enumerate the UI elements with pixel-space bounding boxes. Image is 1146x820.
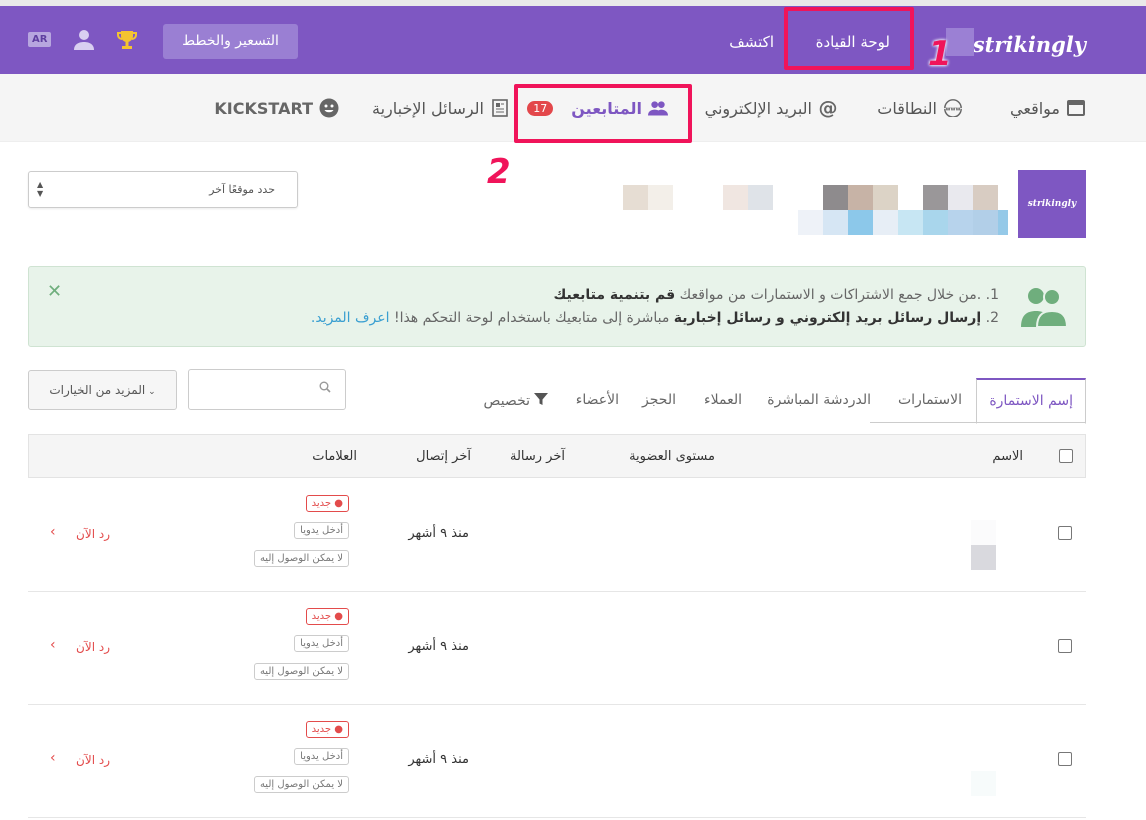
at-icon: @ <box>818 97 838 119</box>
alert-line-1-bold: قم بتنمية متابعيك <box>553 287 676 303</box>
subnav-email[interactable]: @ البريد الإلكتروني <box>704 97 838 119</box>
subnav-my-sites[interactable]: مواقعي <box>1010 98 1086 118</box>
table-row[interactable]: منذ ٩ أشهر ● جديد أدخل يدويا لا يمكن الو… <box>28 479 1086 592</box>
subnav-label: البريد الإلكتروني <box>704 98 812 118</box>
top-navbar: strikingly لوحة القيادة اكتشف التسعير وا… <box>0 0 1146 82</box>
tab-customize-label: تخصيص <box>483 393 530 409</box>
tag-new-label: جديد <box>311 611 332 622</box>
filter-icon <box>534 392 548 410</box>
tag-unreachable[interactable]: لا يمكن الوصول إليه <box>253 776 349 793</box>
alert-line-1-number: 1. <box>985 287 999 303</box>
subnav-label: مواقعي <box>1010 98 1060 118</box>
user-icon[interactable] <box>72 28 96 52</box>
alert-line-2: 2. إرسال رسائل بريد إلكتروني و رسائل إخب… <box>311 310 999 326</box>
row-checkbox[interactable] <box>1058 752 1072 766</box>
select-all-checkbox[interactable] <box>1059 449 1073 463</box>
select-arrows-icon: ▲ ▼ <box>37 180 44 198</box>
header-tags: العلامات <box>312 449 357 464</box>
reply-now-link[interactable]: رد الآن <box>76 640 110 654</box>
avatar <box>971 545 996 570</box>
reply-now-link[interactable]: رد الآن <box>76 753 110 767</box>
tabs-divider <box>870 422 1086 423</box>
last-contact: منذ ٩ أشهر <box>408 752 469 767</box>
tag-unreachable[interactable]: لا يمكن الوصول إليه <box>253 663 349 680</box>
tag-unreachable[interactable]: لا يمكن الوصول إليه <box>253 550 349 567</box>
site-selector[interactable]: ▲ ▼ حدد موقعًا آخر <box>28 171 298 208</box>
chevron-left-icon[interactable]: ‹ <box>50 637 56 653</box>
learn-more-link[interactable]: اعرف المزيد. <box>311 310 390 326</box>
tab-customers[interactable]: العملاء <box>704 392 742 408</box>
row-checkbox[interactable] <box>1058 639 1072 653</box>
chevron-left-icon[interactable]: ‹ <box>50 524 56 540</box>
last-contact: منذ ٩ أشهر <box>408 639 469 654</box>
chevron-left-icon[interactable]: ‹ <box>50 750 56 766</box>
header-last-message[interactable]: آخر رسالة <box>510 449 565 464</box>
window-icon <box>1066 98 1086 118</box>
tag-new-label: جديد <box>311 724 332 735</box>
subnav-kickstart[interactable]: KICKSTART <box>214 98 339 118</box>
smiley-icon <box>319 98 339 118</box>
reply-now-link[interactable]: رد الآن <box>76 527 110 541</box>
tab-customize[interactable]: تخصيص <box>484 392 548 410</box>
site-thumbnail[interactable]: strikingly <box>1018 170 1086 238</box>
annotation-number-1: 1 <box>928 34 952 74</box>
tab-members[interactable]: الأعضاء <box>576 392 619 408</box>
alert-line-1: 1. .من خلال جمع الاشتراكات و الاستمارات … <box>553 287 999 303</box>
tab-forms[interactable]: الاستمارات <box>898 392 962 408</box>
subnav-newsletters[interactable]: الرسائل الإخبارية <box>372 98 510 118</box>
pricing-button[interactable]: التسعير والخطط <box>163 24 298 59</box>
tag-new[interactable]: ● جديد <box>305 721 349 738</box>
tag-new[interactable]: ● جديد <box>305 495 349 512</box>
row-checkbox[interactable] <box>1058 526 1072 540</box>
tag-new[interactable]: ● جديد <box>305 608 349 625</box>
tag-manual[interactable]: أدخل يدويا <box>294 748 349 765</box>
tab-live-chat[interactable]: الدردشة المباشرة <box>767 392 871 408</box>
table-header: الاسم مستوى العضوية آخر رسالة آخر إتصال … <box>28 434 1086 478</box>
site-selector-label: حدد موقعًا آخر <box>209 183 275 196</box>
form-tabs: إسم الاستمارة الاستمارات الدردشة المباشر… <box>0 378 1146 424</box>
avatar <box>971 771 996 796</box>
subnav-label: KICKSTART <box>214 98 313 118</box>
trophy-icon[interactable] <box>115 28 139 52</box>
subnav-label: النطاقات <box>877 98 937 118</box>
tag-new-label: جديد <box>311 498 332 509</box>
www-icon: www <box>943 98 963 118</box>
annotation-number-2: 2 <box>487 152 511 192</box>
tab-form-name[interactable]: إسم الاستمارة <box>976 378 1086 424</box>
alert-line-2-number: 2. <box>985 310 999 326</box>
info-alert: ✕ 1. .من خلال جمع الاشتراكات و الاستمارا… <box>28 266 1086 347</box>
tag-manual[interactable]: أدخل يدويا <box>294 635 349 652</box>
header-name[interactable]: الاسم <box>992 449 1023 464</box>
brand-logo[interactable]: strikingly <box>973 32 1086 57</box>
alert-line-1-text: .من خلال جمع الاشتراكات و الاستمارات من … <box>679 287 982 303</box>
table-row[interactable]: منذ ٩ أشهر ● جديد أدخل يدويا لا يمكن الو… <box>28 705 1086 818</box>
highlight-box-1 <box>784 7 914 70</box>
close-icon[interactable]: ✕ <box>47 281 62 302</box>
newsletter-icon <box>490 98 510 118</box>
header-last-contact[interactable]: آخر إتصال <box>416 449 471 464</box>
alert-line-2-bold: إرسال رسائل بريد إلكتروني و رسائل إخباري… <box>673 310 982 326</box>
tab-booking[interactable]: الحجز <box>642 392 676 408</box>
subnav-domains[interactable]: www النطاقات <box>877 98 963 118</box>
svg-text:www: www <box>945 107 960 113</box>
subnav-label: الرسائل الإخبارية <box>371 98 484 118</box>
avatar <box>971 520 996 545</box>
tag-manual[interactable]: أدخل يدويا <box>294 522 349 539</box>
highlight-box-2 <box>514 84 692 143</box>
last-contact: منذ ٩ أشهر <box>408 526 469 541</box>
nav-explore[interactable]: اكتشف <box>729 33 774 51</box>
alert-line-2-text: مباشرة إلى متابعيك باستخدام لوحة التحكم … <box>393 310 670 326</box>
language-switch[interactable]: AR <box>28 32 52 47</box>
table-row[interactable]: منذ ٩ أشهر ● جديد أدخل يدويا لا يمكن الو… <box>28 592 1086 705</box>
followers-group-icon <box>1021 288 1069 328</box>
header-membership[interactable]: مستوى العضوية <box>629 449 715 464</box>
